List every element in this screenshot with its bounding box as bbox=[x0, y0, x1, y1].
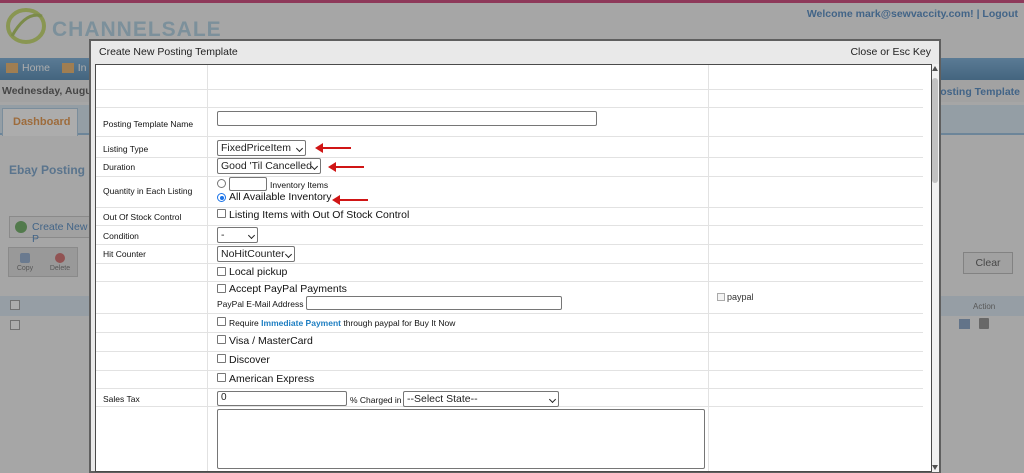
duration-select[interactable]: Good 'Til Cancelled bbox=[217, 158, 321, 174]
create-template-modal: Create New Posting Template Close or Esc… bbox=[89, 39, 941, 473]
out-of-stock-label: Out Of Stock Control bbox=[103, 212, 182, 222]
listing-type-label: Listing Type bbox=[103, 144, 149, 154]
local-pickup-checkbox[interactable] bbox=[217, 267, 226, 276]
require-immediate-payment-label: Require Immediate Payment through paypal… bbox=[229, 318, 455, 328]
all-inventory-radio[interactable] bbox=[217, 193, 226, 202]
discover-checkbox[interactable] bbox=[217, 354, 226, 363]
row-divider bbox=[96, 176, 923, 177]
require-suffix: through paypal for Buy It Now bbox=[343, 318, 456, 328]
row-divider bbox=[96, 89, 923, 90]
row-divider bbox=[96, 351, 923, 352]
modal-body: Posting Template Name Listing Type Fixed… bbox=[95, 64, 932, 472]
row-divider bbox=[96, 281, 923, 282]
row-divider bbox=[96, 370, 923, 371]
row-divider bbox=[96, 107, 923, 108]
annotation-arrow bbox=[315, 142, 351, 154]
hit-counter-label: Hit Counter bbox=[103, 249, 146, 259]
row-divider bbox=[96, 388, 923, 389]
visa-checkbox[interactable] bbox=[217, 335, 226, 344]
row-divider bbox=[96, 225, 923, 226]
local-pickup-label: Local pickup bbox=[229, 266, 288, 278]
inventory-items-input[interactable] bbox=[229, 177, 267, 191]
quantity-label: Quantity in Each Listing bbox=[103, 186, 193, 196]
condition-label: Condition bbox=[103, 231, 139, 241]
duration-label: Duration bbox=[103, 162, 136, 172]
row-divider bbox=[96, 313, 923, 314]
discover-label: Discover bbox=[229, 354, 270, 366]
row-divider bbox=[96, 136, 923, 137]
paypal-email-label: PayPal E-Mail Address bbox=[217, 299, 304, 309]
listing-type-select[interactable]: FixedPriceItem bbox=[217, 140, 306, 156]
template-name-input[interactable] bbox=[217, 111, 597, 126]
require-prefix: Require bbox=[229, 318, 259, 328]
annotation-arrow bbox=[332, 194, 368, 206]
require-immediate-payment-checkbox[interactable] bbox=[217, 317, 226, 326]
modal-title: Create New Posting Template bbox=[99, 46, 238, 58]
accept-paypal-label: Accept PayPal Payments bbox=[229, 283, 347, 295]
state-select[interactable]: --Select State-- bbox=[403, 391, 559, 407]
condition-select[interactable]: - bbox=[217, 227, 258, 243]
column-divider bbox=[708, 65, 709, 471]
modal-header: Create New Posting Template Close or Esc… bbox=[91, 41, 939, 63]
paypal-image: paypal bbox=[717, 292, 754, 302]
amex-checkbox[interactable] bbox=[217, 373, 226, 382]
accept-paypal-checkbox[interactable] bbox=[217, 284, 226, 293]
immediate-payment-link[interactable]: Immediate Payment bbox=[261, 318, 341, 328]
annotation-arrow bbox=[328, 161, 364, 173]
scroll-up-icon[interactable] bbox=[932, 66, 938, 71]
inventory-items-label: Inventory Items bbox=[270, 180, 329, 190]
charged-in-label: % Charged in bbox=[350, 395, 402, 405]
paypal-image-alt: paypal bbox=[727, 292, 754, 302]
sales-tax-input[interactable]: 0 bbox=[217, 391, 347, 406]
modal-scrollbar[interactable] bbox=[932, 64, 939, 472]
out-of-stock-checkbox[interactable] bbox=[217, 209, 226, 218]
template-name-label: Posting Template Name bbox=[103, 119, 194, 129]
row-divider bbox=[96, 207, 923, 208]
scrollbar-thumb[interactable] bbox=[932, 78, 938, 183]
out-of-stock-option: Listing Items with Out Of Stock Control bbox=[229, 209, 410, 221]
row-divider bbox=[96, 263, 923, 264]
modal-close-button[interactable]: Close or Esc Key bbox=[850, 46, 931, 58]
broken-image-icon bbox=[717, 293, 725, 301]
scroll-down-icon[interactable] bbox=[932, 465, 938, 470]
paypal-email-input[interactable] bbox=[306, 296, 562, 310]
row-divider bbox=[96, 332, 923, 333]
amex-label: American Express bbox=[229, 373, 315, 385]
inventory-items-radio[interactable] bbox=[217, 179, 226, 188]
description-textarea[interactable] bbox=[217, 409, 705, 469]
row-divider bbox=[96, 244, 923, 245]
sales-tax-label: Sales Tax bbox=[103, 394, 140, 404]
hit-counter-select[interactable]: NoHitCounter bbox=[217, 246, 295, 262]
column-divider bbox=[207, 65, 208, 471]
all-inventory-label: All Available Inventory bbox=[229, 191, 332, 203]
visa-label: Visa / MasterCard bbox=[229, 335, 313, 347]
